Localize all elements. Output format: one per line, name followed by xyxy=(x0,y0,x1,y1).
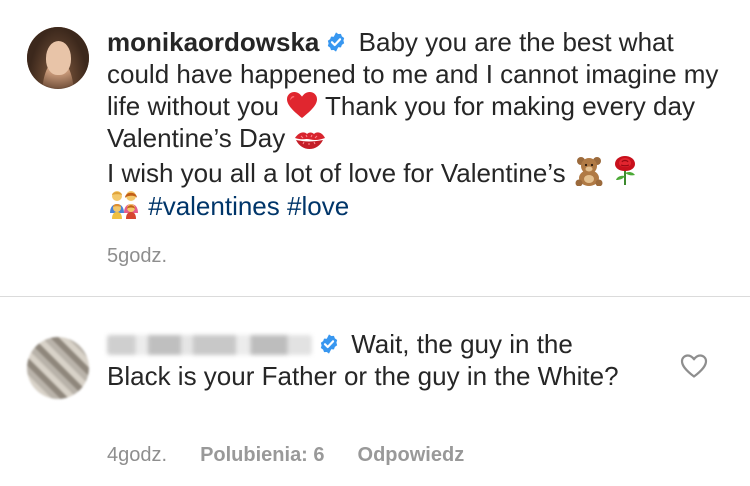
comment-likes-count[interactable]: Polubienia: 6 xyxy=(200,444,324,467)
commenter-username-blurred[interactable] xyxy=(107,335,312,355)
teddy-bear-emoji-icon xyxy=(575,157,603,186)
commenter-avatar-blurred[interactable] xyxy=(27,337,89,399)
comment-timestamp[interactable]: 4godz. xyxy=(107,444,167,467)
post-hashtags[interactable]: #valentines #love xyxy=(148,191,349,221)
family-emoji-icon xyxy=(110,191,138,219)
post-caption-section: monikaordowska Baby you are the best wha… xyxy=(0,0,750,296)
comment-body: Wait, the guy in the Black is your Fathe… xyxy=(107,328,627,392)
caption-line-3: I wish you all a lot of love for Valenti… xyxy=(107,158,566,188)
reply-button[interactable]: Odpowiedz xyxy=(358,444,465,467)
kiss-mark-emoji-icon xyxy=(294,132,325,149)
comment-meta: 4godz. Polubienia: 6 Odpowiedz xyxy=(107,444,464,467)
post-timestamp[interactable]: 5godz. xyxy=(107,245,167,268)
rose-emoji-icon xyxy=(615,156,636,185)
post-caption: monikaordowska Baby you are the best wha… xyxy=(107,26,732,222)
verified-badge-icon xyxy=(328,32,345,52)
comment-item: Wait, the guy in the Black is your Fathe… xyxy=(0,297,750,486)
verified-badge-icon xyxy=(320,334,338,354)
post-author-avatar[interactable] xyxy=(27,27,89,89)
post-author-username[interactable]: monikaordowska xyxy=(107,27,319,57)
like-heart-icon[interactable] xyxy=(680,353,708,379)
red-heart-emoji-icon xyxy=(287,92,318,118)
